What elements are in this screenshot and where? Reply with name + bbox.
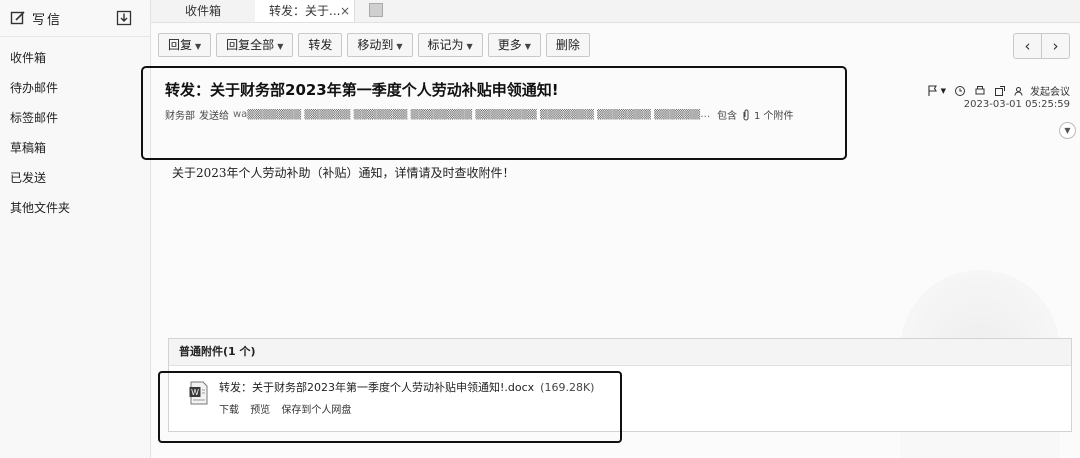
- chevron-left-icon: ‹: [1024, 37, 1031, 55]
- mark-as-label: 标记为: [427, 38, 464, 52]
- next-mail-button[interactable]: ›: [1042, 33, 1070, 59]
- highlight-box-attachment: [158, 371, 622, 443]
- move-to-button[interactable]: 移动到 ▼: [347, 33, 413, 57]
- sidebar: 写信 收件箱 待办邮件 标签邮件 草稿箱 已发送 其他文件夹: [0, 0, 151, 458]
- reply-all-button[interactable]: 回复全部 ▼: [216, 33, 294, 57]
- meeting-icon[interactable]: [1014, 85, 1026, 97]
- folder-todo[interactable]: 待办邮件: [0, 73, 150, 103]
- folder-tagged[interactable]: 标签邮件: [0, 103, 150, 133]
- tab-current-label: 转发：关于...: [269, 4, 341, 18]
- chevron-down-icon: ▼: [524, 42, 531, 51]
- chevron-down-icon: ▼: [396, 42, 403, 51]
- download-icon[interactable]: [116, 10, 132, 26]
- print-icon[interactable]: [974, 85, 986, 97]
- compose-button[interactable]: 写信: [10, 9, 62, 28]
- more-label: 更多: [497, 38, 522, 52]
- mail-body: 关于2023年个人劳动补助（补贴）通知，详情请及时查收附件！: [172, 166, 515, 180]
- tab-close-icon[interactable]: ×: [340, 0, 350, 22]
- flag-icon[interactable]: [927, 84, 939, 97]
- expand-header-button[interactable]: ▼: [1059, 122, 1076, 139]
- folder-inbox[interactable]: 收件箱: [0, 43, 150, 73]
- mail-datetime: 2023-03-01 05:25:59: [963, 99, 1070, 110]
- mail-nav: ‹ ›: [1013, 33, 1070, 59]
- previous-mail-button[interactable]: ‹: [1013, 33, 1042, 59]
- tab-inbox[interactable]: 收件箱: [151, 0, 256, 22]
- delete-button[interactable]: 删除: [545, 33, 590, 57]
- tab-placeholder-icon[interactable]: [369, 3, 383, 17]
- chevron-down-icon: ▼: [195, 42, 202, 51]
- folder-drafts[interactable]: 草稿箱: [0, 133, 150, 163]
- compose-icon: [10, 11, 25, 25]
- compose-row: 写信: [0, 0, 150, 37]
- folder-list: 收件箱 待办邮件 标签邮件 草稿箱 已发送 其他文件夹: [0, 43, 150, 223]
- chevron-down-icon[interactable]: ▼: [941, 87, 946, 95]
- chevron-down-icon: ▼: [466, 42, 473, 51]
- folder-other[interactable]: 其他文件夹: [0, 193, 150, 223]
- tab-current-mail[interactable]: 转发：关于... ×: [255, 0, 355, 22]
- chevron-down-icon: ▼: [1064, 126, 1071, 135]
- move-to-label: 移动到: [357, 38, 394, 52]
- reply-label: 回复: [168, 38, 193, 52]
- popout-icon[interactable]: [994, 85, 1006, 97]
- clock-icon[interactable]: [954, 85, 966, 97]
- mail-toolbar: 回复 ▼ 回复全部 ▼ 转发 移动到 ▼ 标记为 ▼ 更多 ▼ 删除: [158, 33, 595, 57]
- forward-button[interactable]: 转发: [298, 33, 343, 57]
- compose-label: 写信: [32, 12, 63, 28]
- attachment-panel-header: 普通附件(1 个): [169, 339, 1071, 366]
- mail-actions: ▼ 发起会议: [919, 83, 1070, 98]
- chevron-right-icon: ›: [1052, 37, 1059, 55]
- reply-all-label: 回复全部: [226, 38, 275, 52]
- reply-button[interactable]: 回复 ▼: [158, 33, 212, 57]
- tab-bar: 收件箱 转发：关于... ×: [151, 0, 1080, 23]
- more-button[interactable]: 更多 ▼: [487, 33, 541, 57]
- start-meeting-label[interactable]: 发起会议: [1030, 83, 1070, 98]
- mark-as-button[interactable]: 标记为 ▼: [417, 33, 483, 57]
- folder-sent[interactable]: 已发送: [0, 163, 150, 193]
- chevron-down-icon: ▼: [277, 42, 284, 51]
- highlight-box-header: [141, 66, 847, 160]
